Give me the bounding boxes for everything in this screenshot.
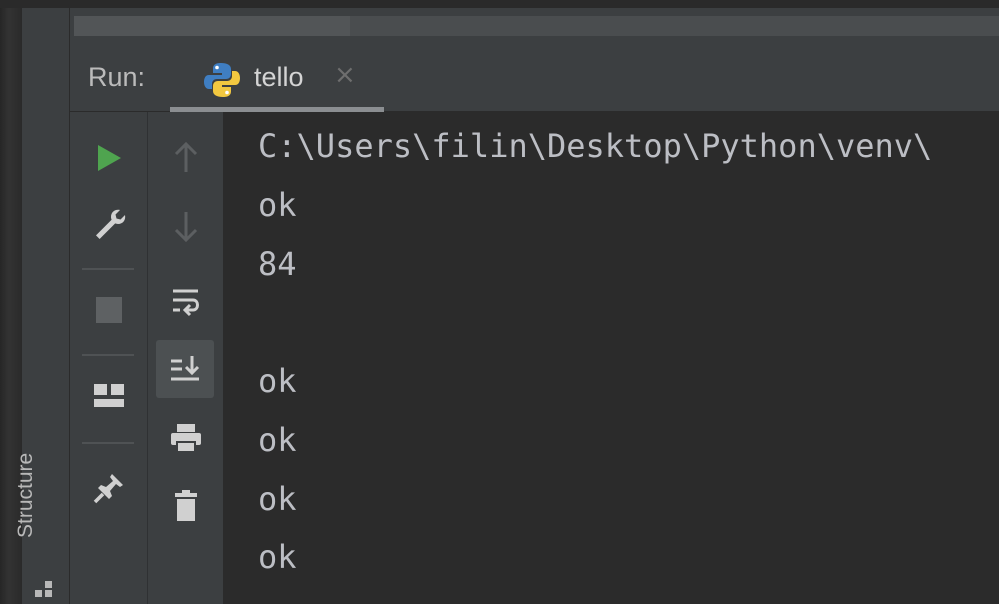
layout-button[interactable] <box>81 368 137 424</box>
clear-all-button[interactable] <box>158 478 214 534</box>
arrow-up-icon <box>174 141 198 172</box>
play-icon <box>98 145 121 171</box>
down-stack-trace-button[interactable] <box>158 198 214 254</box>
python-icon <box>202 60 242 100</box>
run-toolbar-primary <box>70 112 148 604</box>
run-toolbar-secondary <box>148 112 224 604</box>
stop-button[interactable] <box>81 282 137 338</box>
wrench-icon <box>96 209 126 239</box>
scroll-to-end-button[interactable] <box>156 340 214 398</box>
print-icon <box>171 424 201 453</box>
console-line: ok <box>258 480 297 518</box>
console-line: 84 <box>258 245 297 283</box>
console-line: C:\Users\filin\Desktop\Python\venv\ <box>258 127 933 165</box>
top-scroll-track <box>350 16 999 36</box>
layout-icon <box>94 384 124 407</box>
print-button[interactable] <box>158 410 214 466</box>
run-header: Run: tello × <box>70 40 999 112</box>
console-line: ok <box>258 538 297 576</box>
soft-wrap-button[interactable] <box>158 274 214 330</box>
toolbar-separator <box>82 268 134 270</box>
console-line: ok <box>258 362 297 400</box>
panel-top-bar <box>70 8 999 40</box>
close-icon[interactable]: × <box>334 62 356 88</box>
toolbar-separator <box>82 354 134 356</box>
modify-run-configuration-button[interactable] <box>81 196 137 252</box>
structure-label: Structure <box>14 452 37 538</box>
up-stack-trace-button[interactable] <box>158 130 214 186</box>
stop-icon <box>96 297 122 323</box>
console-line: ok <box>258 421 297 459</box>
toolbar-separator <box>82 442 134 444</box>
pin-icon <box>93 474 123 504</box>
run-tool-window: Run: tello × C:\Users\filin\Desktop\Pyth… <box>70 8 999 604</box>
structure-side-strip: Structure <box>14 8 70 604</box>
structure-icon <box>33 578 55 600</box>
run-label: Run: <box>88 62 146 92</box>
scroll-to-end-icon <box>171 356 200 381</box>
background-top <box>0 0 999 8</box>
rerun-button[interactable] <box>81 130 137 186</box>
top-scroll-thumb[interactable] <box>74 16 350 36</box>
console-output[interactable]: C:\Users\filin\Desktop\Python\venv\ ok 8… <box>224 112 999 604</box>
tab-label: tello <box>254 62 304 92</box>
arrow-down-icon <box>174 212 198 243</box>
console-line: ok <box>258 186 297 224</box>
trash-icon <box>175 490 197 521</box>
soft-wrap-icon <box>173 289 199 317</box>
structure-tool-window-tab[interactable]: Structure <box>14 428 70 604</box>
tab-tello[interactable]: tello × <box>170 40 384 112</box>
pin-tab-button[interactable] <box>81 460 137 516</box>
